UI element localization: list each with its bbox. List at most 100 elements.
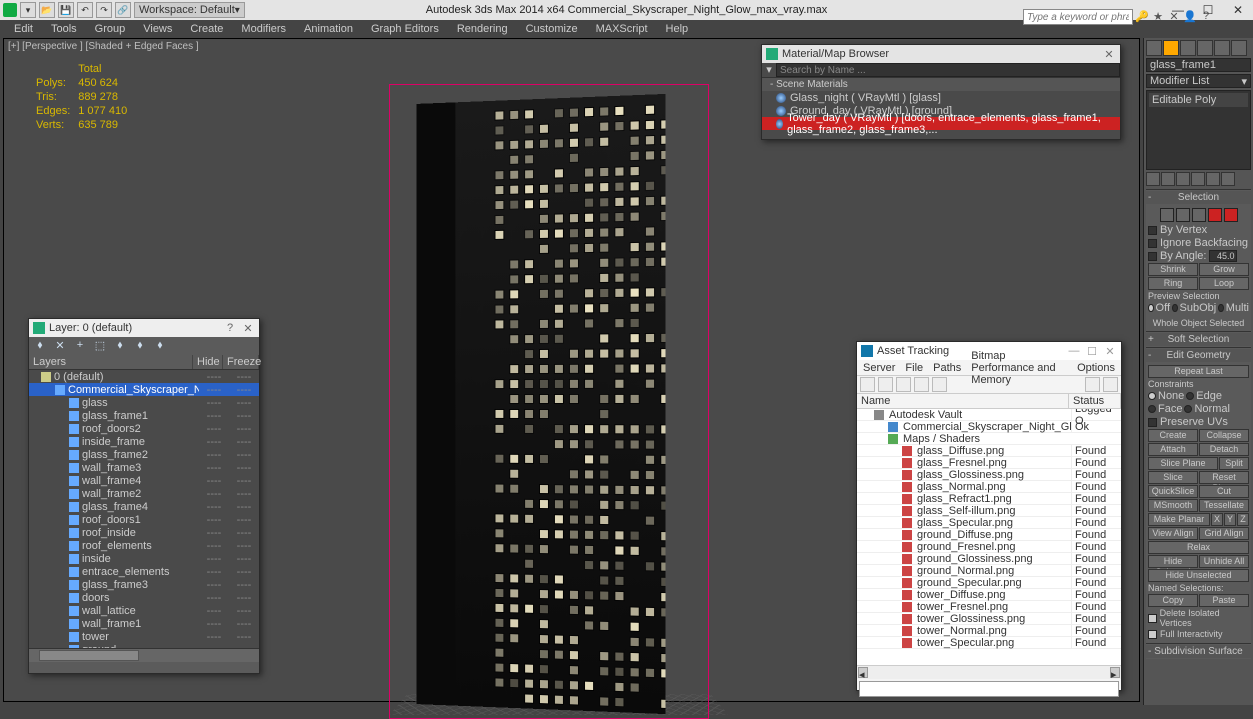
asset-row[interactable]: Maps / Shaders (857, 433, 1121, 445)
layer-row[interactable]: wall_frame2-------- (29, 487, 259, 500)
cut-button[interactable]: Cut (1199, 485, 1249, 498)
asset-maximize-button[interactable]: ☐ (1085, 345, 1099, 358)
display-tab[interactable] (1214, 40, 1230, 56)
delete-layer-icon[interactable]: ✕ (53, 339, 67, 353)
layer-row[interactable]: roof_elements-------- (29, 539, 259, 552)
menu-group[interactable]: Group (95, 23, 126, 35)
grow-button[interactable]: Grow (1199, 263, 1249, 276)
modify-tab[interactable] (1163, 40, 1179, 56)
preserve-uvs-check[interactable] (1148, 418, 1157, 427)
hierarchy-tab[interactable] (1180, 40, 1196, 56)
layer-row[interactable]: wall_frame3-------- (29, 461, 259, 474)
layer-row[interactable]: wall_frame1-------- (29, 617, 259, 630)
asset-menu-item[interactable]: File (905, 362, 923, 374)
asset-row[interactable]: glass_Specular.pngFound (857, 517, 1121, 529)
grid-align-button[interactable]: Grid Align (1199, 527, 1249, 540)
asset-row[interactable]: tower_Normal.pngFound (857, 625, 1121, 637)
layer-row[interactable]: glass_frame3-------- (29, 578, 259, 591)
asset-tracking-panel[interactable]: Asset Tracking—☐✕ ServerFilePathsBitmap … (856, 341, 1122, 691)
asset-close-button[interactable]: ✕ (1103, 345, 1117, 358)
asset-row[interactable]: Commercial_Skyscraper_Night_Glow_max_vra… (857, 421, 1121, 433)
collapse-button[interactable]: Collapse (1199, 429, 1249, 442)
subobject-buttons[interactable] (1148, 208, 1249, 222)
layer-row[interactable]: wall_lattice-------- (29, 604, 259, 617)
view-align-button[interactable]: View Align (1148, 527, 1198, 540)
material-options-icon[interactable]: ▾ (762, 63, 776, 77)
asset-row[interactable]: tower_Fresnel.pngFound (857, 601, 1121, 613)
hide-layer-icon[interactable]: ⬧ (133, 339, 147, 353)
layer-row[interactable]: roof_doors1-------- (29, 513, 259, 526)
copy-button[interactable]: Copy (1148, 594, 1198, 607)
asset-row[interactable]: ground_Fresnel.pngFound (857, 541, 1121, 553)
layer-list[interactable]: 0 (default)--------Commercial_Skyscraper… (29, 370, 259, 648)
subdivision-rollout[interactable]: Subdivision Surface (1146, 645, 1251, 658)
layer-scrollbar[interactable] (29, 648, 259, 662)
full-interactivity-check[interactable] (1148, 630, 1157, 639)
asset-row[interactable]: ground_Specular.pngFound (857, 577, 1121, 589)
stack-tools[interactable] (1146, 172, 1251, 186)
by-angle-check[interactable] (1148, 252, 1157, 261)
msmooth-button[interactable]: MSmooth (1148, 499, 1198, 512)
asset-row[interactable]: glass_Fresnel.pngFound (857, 457, 1121, 469)
material-browser-panel[interactable]: Material/Map Browser✕ ▾Search by Name ..… (761, 44, 1121, 140)
open-icon[interactable]: 📂 (39, 2, 55, 18)
layer-row[interactable]: glass_frame4-------- (29, 500, 259, 513)
refresh-icon[interactable] (860, 377, 875, 392)
layer-row[interactable]: roof_doors2-------- (29, 422, 259, 435)
status-icon[interactable] (1085, 377, 1100, 392)
save-icon[interactable]: 💾 (58, 2, 74, 18)
tessellate-button[interactable]: Tessellate (1199, 499, 1249, 512)
asset-menu-item[interactable]: Paths (933, 362, 961, 374)
asset-row[interactable]: tower_Diffuse.pngFound (857, 589, 1121, 601)
app-icon[interactable] (3, 3, 17, 17)
material-item[interactable]: Glass_night ( VRayMtl ) [glass] (762, 91, 1120, 104)
menu-customize[interactable]: Customize (526, 23, 578, 35)
menu-animation[interactable]: Animation (304, 23, 353, 35)
pin-icon[interactable] (1146, 172, 1160, 186)
make-planar-button[interactable]: Make Planar (1148, 513, 1210, 526)
link-icon[interactable]: 🔗 (115, 2, 131, 18)
reset-plane-button[interactable]: Reset Plane (1199, 471, 1249, 484)
menu-views[interactable]: Views (143, 23, 172, 35)
hide-selected-button[interactable]: Hide Selected (1148, 555, 1198, 568)
asset-path-input[interactable] (859, 681, 1119, 697)
constraint-face-radio[interactable] (1148, 405, 1156, 413)
relax-button[interactable]: Relax (1148, 541, 1249, 554)
attach-button[interactable]: Attach (1148, 443, 1198, 456)
paste-button[interactable]: Paste (1199, 594, 1249, 607)
asset-menu-item[interactable]: Options (1077, 362, 1115, 374)
asset-row[interactable]: ground_Normal.pngFound (857, 565, 1121, 577)
asset-row[interactable]: glass_Normal.pngFound (857, 481, 1121, 493)
asset-minimize-button[interactable]: — (1067, 345, 1081, 357)
menu-maxscript[interactable]: MAXScript (596, 23, 648, 35)
search-icon[interactable]: 🔑 (1135, 10, 1149, 24)
redo-icon[interactable]: ↷ (96, 2, 112, 18)
asset-scrollbar[interactable]: ◂ ▸ (857, 665, 1121, 679)
motion-tab[interactable] (1197, 40, 1213, 56)
soft-selection-rollout[interactable]: Soft Selection (1146, 333, 1251, 346)
asset-row[interactable]: Autodesk VaultLogged O (857, 409, 1121, 421)
minimize-button[interactable]: — (1163, 0, 1193, 20)
constraint-edge-radio[interactable] (1186, 392, 1194, 400)
loop-button[interactable]: Loop (1199, 277, 1249, 290)
menu-tools[interactable]: Tools (51, 23, 77, 35)
menu-modifiers[interactable]: Modifiers (241, 23, 286, 35)
asset-row[interactable]: tower_Glossiness.pngFound (857, 613, 1121, 625)
asset-menu-item[interactable]: Bitmap Performance and Memory (971, 350, 1067, 386)
scene-materials-section[interactable]: - Scene Materials (762, 77, 1120, 91)
asset-menu-item[interactable]: Server (863, 362, 895, 374)
quickslice-button[interactable]: QuickSlice (1148, 485, 1198, 498)
by-vertex-check[interactable] (1148, 226, 1157, 235)
layer-row[interactable]: entrace_elements-------- (29, 565, 259, 578)
layer-row[interactable]: roof_inside-------- (29, 526, 259, 539)
stack-item[interactable]: Editable Poly (1149, 93, 1248, 107)
asset-row[interactable]: tower_Specular.pngFound (857, 637, 1121, 649)
shrink-button[interactable]: Shrink (1148, 263, 1198, 276)
show-icon[interactable] (1161, 172, 1175, 186)
viewport-label[interactable]: [+] [Perspective ] [Shaded + Edged Faces… (8, 41, 199, 52)
menu-graph editors[interactable]: Graph Editors (371, 23, 439, 35)
ignore-backfacing-check[interactable] (1148, 239, 1157, 248)
menu-create[interactable]: Create (190, 23, 223, 35)
command-tabs[interactable] (1146, 40, 1251, 56)
preview-multi-radio[interactable] (1218, 304, 1224, 312)
